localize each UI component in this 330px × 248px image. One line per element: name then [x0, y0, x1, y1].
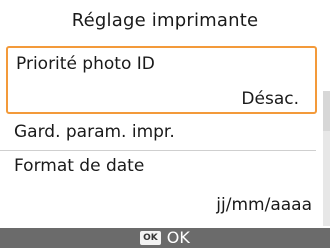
- menu-item-priorite-photo-id[interactable]: Priorité photo ID Désac.: [6, 46, 317, 114]
- menu-item-label: Gard. param. impr.: [14, 122, 175, 142]
- scrollbar-thumb[interactable]: [323, 91, 330, 131]
- menu-item-value: jj/mm/aaaa: [216, 195, 312, 215]
- menu-item-value: Désac.: [241, 89, 299, 109]
- ok-button-label[interactable]: OK: [167, 230, 190, 246]
- menu-item-label: Format de date: [14, 156, 145, 176]
- ok-button-icon: OK: [140, 231, 161, 245]
- menu-item-format-de-date[interactable]: Format de date jj/mm/aaaa: [0, 151, 316, 219]
- menu-item-gard-param-impr[interactable]: Gard. param. impr.: [0, 114, 316, 150]
- scrollbar[interactable]: [323, 91, 330, 226]
- menu-item-label: Priorité photo ID: [16, 54, 155, 74]
- screen-title: Réglage imprimante: [71, 9, 259, 31]
- footer-bar: OK OK: [0, 228, 330, 248]
